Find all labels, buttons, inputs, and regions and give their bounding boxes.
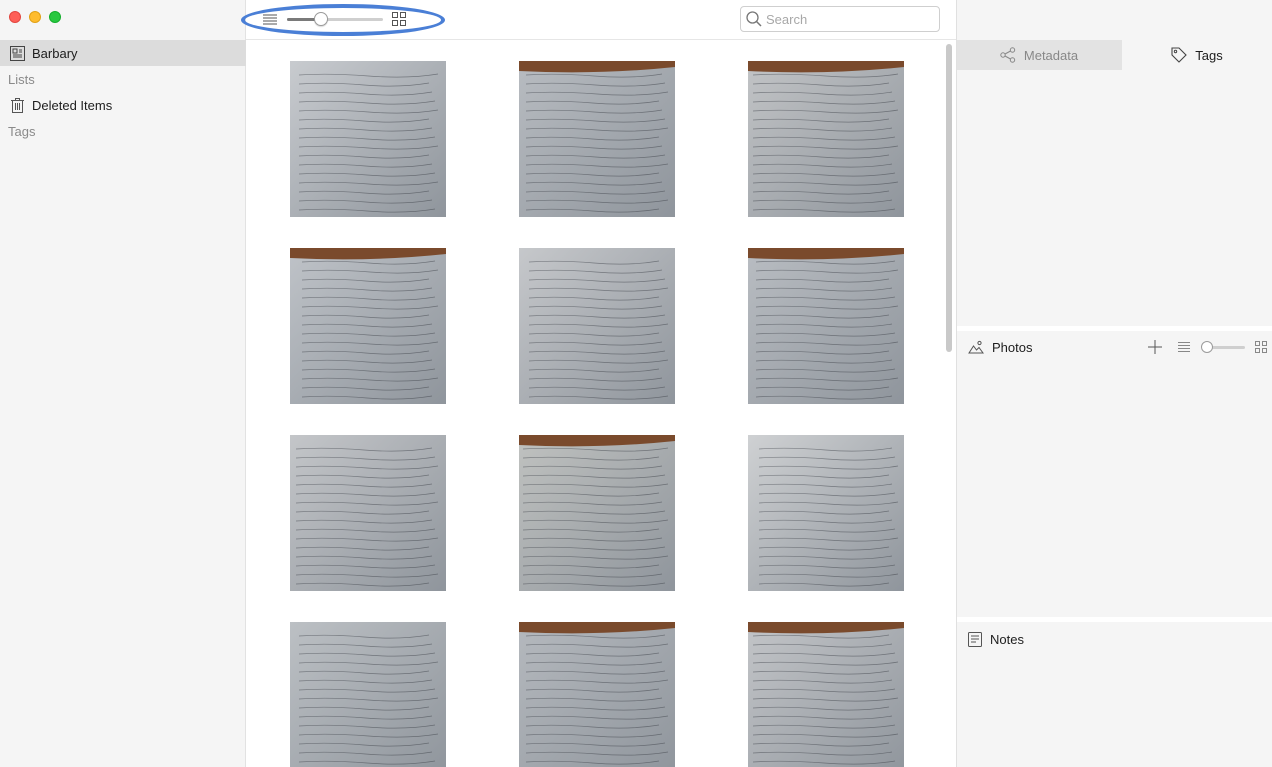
manuscript-thumbnail-icon — [748, 61, 904, 217]
close-window-button[interactable] — [9, 11, 21, 23]
panel-separator — [956, 326, 1272, 331]
photos-label: Photos — [992, 339, 1033, 355]
photo-thumbnail[interactable] — [519, 61, 675, 217]
tab-tags[interactable]: Tags — [1122, 40, 1272, 70]
photo-thumbnail[interactable] — [519, 622, 675, 767]
search-icon — [746, 11, 762, 27]
panel-separator — [956, 617, 1272, 622]
photo-grid — [246, 41, 948, 767]
photos-icon — [968, 340, 984, 354]
trash-icon — [9, 97, 25, 113]
sidebar-item-deleted-items[interactable]: Deleted Items — [0, 92, 246, 118]
lists-header: Lists — [8, 72, 35, 87]
add-photo-icon[interactable] — [1148, 332, 1162, 362]
photos-section-header: Photos — [956, 332, 1272, 362]
photos-grid-view-icon[interactable] — [1255, 332, 1267, 362]
tags-header: Tags — [8, 124, 36, 139]
photo-thumbnail[interactable] — [748, 248, 904, 404]
sidebar-item-library[interactable]: Barbary — [0, 40, 246, 66]
search-field[interactable] — [740, 6, 940, 32]
manuscript-thumbnail-icon — [519, 435, 675, 591]
photos-slider-knob[interactable] — [1201, 341, 1213, 353]
photo-thumbnail[interactable] — [290, 435, 446, 591]
slider-knob[interactable] — [313, 12, 328, 26]
panel-divider — [956, 0, 957, 767]
notes-section-header: Notes — [956, 624, 1272, 654]
grid-scrollbar[interactable] — [946, 44, 952, 352]
photo-thumbnail[interactable] — [748, 435, 904, 591]
list-view-icon[interactable] — [263, 13, 277, 28]
sidebar-item-label: Barbary — [32, 45, 78, 61]
thumbnail-size-slider[interactable] — [287, 12, 383, 26]
sidebar: Barbary Lists Deleted Items Tags — [0, 0, 246, 767]
manuscript-thumbnail-icon — [748, 435, 904, 591]
manuscript-thumbnail-icon — [290, 435, 446, 591]
manuscript-thumbnail-icon — [519, 622, 675, 767]
minimize-window-button[interactable] — [29, 11, 41, 23]
photos-size-slider[interactable] — [1201, 341, 1245, 353]
tag-icon — [1171, 47, 1188, 63]
photo-thumbnail[interactable] — [748, 61, 904, 217]
sidebar-item-label: Deleted Items — [32, 97, 113, 113]
share-nodes-icon — [1000, 47, 1016, 63]
grid-view-icon[interactable] — [392, 12, 406, 29]
inspector-panel: Metadata Tags Photos Notes — [956, 0, 1272, 767]
photo-thumbnail[interactable] — [290, 61, 446, 217]
manuscript-thumbnail-icon — [290, 622, 446, 767]
photo-thumbnail[interactable] — [519, 435, 675, 591]
manuscript-thumbnail-icon — [519, 248, 675, 404]
photos-list-view-icon[interactable] — [1178, 332, 1190, 362]
notes-icon — [968, 631, 982, 647]
tab-tags-label: Tags — [1195, 47, 1223, 63]
manuscript-thumbnail-icon — [519, 61, 675, 217]
manuscript-thumbnail-icon — [748, 622, 904, 767]
photo-thumbnail[interactable] — [290, 622, 446, 767]
search-input[interactable] — [766, 11, 926, 27]
tab-metadata-label: Metadata — [1023, 47, 1079, 63]
photo-thumbnail[interactable] — [290, 248, 446, 404]
photo-thumbnail[interactable] — [519, 248, 675, 404]
notes-label: Notes — [990, 631, 1024, 647]
photo-thumbnail[interactable] — [748, 622, 904, 767]
zoom-window-button[interactable] — [49, 11, 61, 23]
tab-metadata[interactable]: Metadata — [956, 40, 1122, 70]
manuscript-thumbnail-icon — [290, 61, 446, 217]
library-icon — [9, 45, 25, 61]
manuscript-thumbnail-icon — [748, 248, 904, 404]
manuscript-thumbnail-icon — [290, 248, 446, 404]
toolbar — [241, 0, 956, 40]
